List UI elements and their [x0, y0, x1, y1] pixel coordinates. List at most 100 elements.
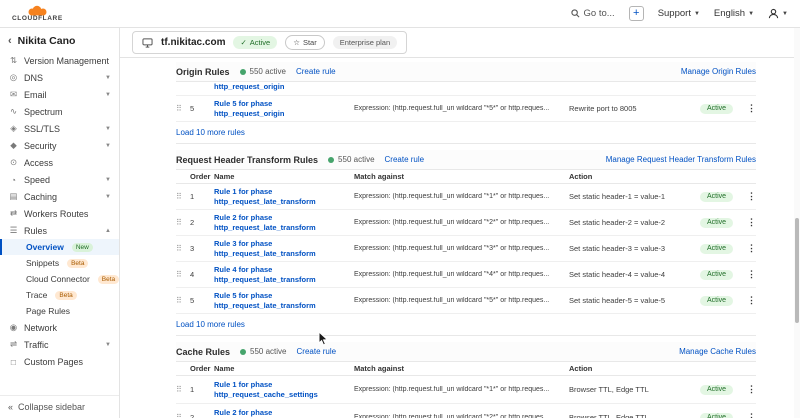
sidebar-item-rules-snippets[interactable]: Snippets Beta: [0, 255, 119, 271]
drag-handle-icon[interactable]: ⠿: [176, 413, 190, 418]
manage-transform-rules-link[interactable]: Manage Request Header Transform Rules: [606, 155, 756, 164]
order-cell: 5: [190, 296, 214, 305]
rule-name-link[interactable]: Rule 2 for phase http_request_late_trans…: [214, 213, 354, 233]
drag-handle-icon[interactable]: ⠿: [176, 192, 190, 201]
sidebar-item-label: Caching: [24, 192, 57, 202]
sidebar-item-traffic[interactable]: ⇌ Traffic ▼: [0, 336, 119, 353]
match-cell: Expression: (http.request.full_uri wildc…: [354, 193, 569, 200]
chevron-down-icon: ▼: [105, 75, 111, 81]
action-cell: Rewrite port to 8005: [569, 104, 700, 113]
sidebar: ‹ Nikita Cano ⇅ Version Management ◎ DNS…: [0, 28, 120, 418]
sidebar-item-access[interactable]: ⊙ Access: [0, 154, 119, 171]
support-menu[interactable]: Support ▼: [658, 8, 700, 19]
kebab-menu-icon[interactable]: ⋮: [744, 295, 756, 306]
sidebar-item-ssl-tls[interactable]: ◈ SSL/TLS ▼: [0, 120, 119, 137]
load-more-link[interactable]: Load 10 more rules: [176, 320, 245, 329]
origin-rules-header: Origin Rules 550 active Create rule Mana…: [176, 62, 756, 82]
rule-name-link[interactable]: Rule 2 for phase http_request_cache_sett…: [214, 408, 354, 418]
language-menu[interactable]: English ▼: [714, 8, 754, 19]
sidebar-item-label: Traffic: [24, 340, 49, 350]
sidebar-item-label: Access: [24, 158, 53, 168]
sidebar-item-rules[interactable]: ☰ Rules ▲: [0, 222, 119, 239]
kebab-menu-icon[interactable]: ⋮: [744, 191, 756, 202]
sidebar-item-rules-page-rules[interactable]: Page Rules: [0, 303, 119, 319]
domain-bar: tf.nikitac.com ✓ Active ☆ Star Enterpris…: [120, 28, 800, 58]
rule-name-link[interactable]: Rule 3 for phase http_request_late_trans…: [214, 239, 354, 259]
rule-name-link[interactable]: Rule 5 for phase http_request_late_trans…: [214, 291, 354, 311]
support-label: Support: [658, 8, 691, 19]
beta-badge: Beta: [67, 259, 88, 268]
rule-name-link[interactable]: Rule 1 for phase http_request_cache_sett…: [214, 380, 354, 400]
active-count: 550 active: [240, 67, 286, 76]
monitor-icon: [142, 38, 153, 48]
sidebar-item-custom-pages[interactable]: □ Custom Pages: [0, 353, 119, 370]
sidebar-item-security[interactable]: ◆ Security ▼: [0, 137, 119, 154]
manage-origin-rules-link[interactable]: Manage Origin Rules: [681, 67, 756, 76]
collapse-icon: «: [8, 402, 13, 412]
star-button[interactable]: ☆ Star: [285, 35, 325, 50]
kebab-menu-icon[interactable]: ⋮: [744, 384, 756, 395]
order-cell: 2: [190, 413, 214, 418]
sidebar-item-rules-overview[interactable]: Overview New: [0, 239, 119, 255]
sidebar-item-rules-cloud-connector[interactable]: Cloud Connector Beta: [0, 271, 119, 287]
sidebar-item-rules-trace[interactable]: Trace Beta: [0, 287, 119, 303]
drag-handle-icon[interactable]: ⠿: [176, 270, 190, 279]
manage-cache-rules-link[interactable]: Manage Cache Rules: [679, 347, 756, 356]
sidebar-item-speed[interactable]: ◔ Speed ▼: [0, 171, 119, 188]
sidebar-item-dns[interactable]: ◎ DNS ▼: [0, 69, 119, 86]
scrollbar-thumb[interactable]: [795, 218, 799, 323]
sidebar-item-email[interactable]: ✉ Email ▼: [0, 86, 119, 103]
chevron-down-icon: ▼: [105, 177, 111, 183]
match-cell: Expression: (http.request.full_uri wildc…: [354, 297, 569, 304]
drag-handle-icon[interactable]: ⠿: [176, 104, 190, 113]
action-cell: Browser TTL, Edge TTL: [569, 385, 700, 394]
chevron-down-icon: ▼: [105, 194, 111, 200]
active-badge: Active: [700, 104, 733, 114]
sidebar-item-network[interactable]: ◉ Network: [0, 319, 119, 336]
action-cell: Set static header-1 = value-1: [569, 192, 700, 201]
match-cell: Expression: (http.request.full_uri wildc…: [354, 219, 569, 226]
sidebar-item-label: SSL/TLS: [24, 124, 60, 134]
caching-icon: ▤: [8, 191, 19, 202]
access-icon: ⊙: [8, 157, 19, 168]
drag-handle-icon[interactable]: ⠿: [176, 296, 190, 305]
create-rule-link[interactable]: Create rule: [296, 67, 336, 76]
sidebar-item-caching[interactable]: ▤ Caching ▼: [0, 188, 119, 205]
rule-name-link[interactable]: Rule 1 for phase http_request_late_trans…: [214, 187, 354, 207]
add-site-button[interactable]: +: [629, 6, 644, 21]
account-menu[interactable]: ▼: [768, 8, 788, 19]
create-rule-link[interactable]: Create rule: [385, 155, 425, 164]
sidebar-item-workers-routes[interactable]: ⇄ Workers Routes: [0, 205, 119, 222]
account-header[interactable]: ‹ Nikita Cano: [0, 28, 119, 52]
rule-name-link[interactable]: Rule 4 for phase http_request_late_trans…: [214, 265, 354, 285]
active-badge: Active: [700, 296, 733, 306]
drag-handle-icon[interactable]: ⠿: [176, 385, 190, 394]
sidebar-item-label: Version Management: [24, 56, 109, 66]
drag-handle-icon[interactable]: ⠿: [176, 218, 190, 227]
kebab-menu-icon[interactable]: ⋮: [744, 217, 756, 228]
kebab-menu-icon[interactable]: ⋮: [744, 412, 756, 418]
active-badge: Active: [700, 385, 733, 395]
global-search[interactable]: Go to...: [571, 8, 615, 19]
custom-pages-icon: □: [8, 357, 19, 367]
sidebar-item-spectrum[interactable]: ∿ Spectrum: [0, 103, 119, 120]
rule-name-link[interactable]: Rule 5 for phase http_request_origin: [214, 99, 354, 119]
table-row: ⠿ 5 Rule 5 for phase http_request_late_t…: [176, 288, 756, 314]
rule-name-link[interactable]: http_request_origin: [214, 82, 284, 91]
sidebar-item-label: Rules: [24, 226, 47, 236]
kebab-menu-icon[interactable]: ⋮: [744, 269, 756, 280]
create-rule-link[interactable]: Create rule: [297, 347, 337, 356]
action-cell: Set static header-4 = value-4: [569, 270, 700, 279]
rules-content: Origin Rules 550 active Create rule Mana…: [120, 58, 800, 418]
kebab-menu-icon[interactable]: ⋮: [744, 243, 756, 254]
sidebar-item-version-management[interactable]: ⇅ Version Management: [0, 52, 119, 69]
status-cell: Active: [700, 192, 744, 202]
collapse-sidebar-button[interactable]: « Collapse sidebar: [0, 395, 119, 418]
traffic-icon: ⇌: [8, 339, 19, 350]
load-more-link[interactable]: Load 10 more rules: [176, 128, 245, 137]
back-icon[interactable]: ‹: [8, 35, 12, 47]
status-cell: Active: [700, 104, 744, 114]
drag-handle-icon[interactable]: ⠿: [176, 244, 190, 253]
kebab-menu-icon[interactable]: ⋮: [744, 103, 756, 114]
cloudflare-logo[interactable]: CLOUDFLARE: [12, 5, 63, 23]
